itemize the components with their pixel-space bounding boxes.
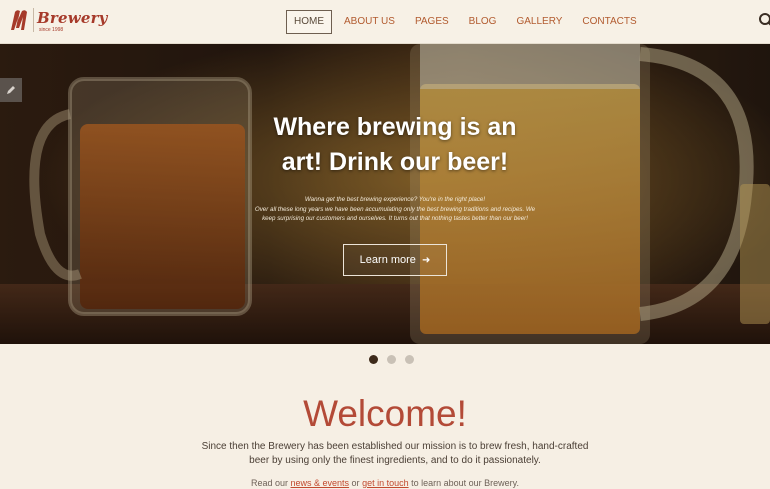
readon-mid: or xyxy=(349,478,363,488)
slider-pagination xyxy=(369,355,414,364)
learn-more-label: Learn more xyxy=(359,254,416,266)
logo-divider xyxy=(33,8,34,32)
read-on-line: Read our news & events or get in touch t… xyxy=(0,478,770,488)
arrow-right-icon: ➜ xyxy=(421,254,431,266)
hero-text-line1: Wanna get the best brewing experience? Y… xyxy=(304,196,486,203)
site-header: Brewery since 1998 HOME ABOUT US PAGES B… xyxy=(0,0,770,44)
edit-tab[interactable] xyxy=(0,78,22,102)
hero-title: Where brewing is an art! Drink our beer! xyxy=(195,110,595,180)
nav-item-gallery[interactable]: GALLERY xyxy=(508,10,570,34)
get-in-touch-link[interactable]: get in touch xyxy=(362,478,409,488)
welcome-text: Since then the Brewery has been establis… xyxy=(195,440,595,468)
nav-item-about-us[interactable]: ABOUT US xyxy=(336,10,403,34)
hero-title-line2: art! Drink our beer! xyxy=(281,148,509,176)
readon-prefix: Read our xyxy=(250,478,291,488)
slider-dot-3[interactable] xyxy=(405,355,414,364)
brand-since: since 1998 xyxy=(39,27,64,33)
hero-title-line1: Where brewing is an xyxy=(273,113,517,141)
nav-item-blog[interactable]: BLOG xyxy=(461,10,505,34)
welcome-text-line1: Since then the Brewery has been establis… xyxy=(201,441,589,452)
hero-background-image xyxy=(0,44,770,344)
readon-suffix: to learn about our Brewery. xyxy=(408,478,519,488)
pencil-icon xyxy=(7,86,15,94)
nav-item-pages[interactable]: PAGES xyxy=(407,10,457,34)
hero-slider: Where brewing is an art! Drink our beer!… xyxy=(0,44,770,344)
logo[interactable]: Brewery since 1998 xyxy=(8,8,108,36)
slider-dot-1[interactable] xyxy=(369,355,378,364)
hero-text-line2: Over all these long years we have been a… xyxy=(254,205,536,213)
learn-more-button[interactable]: Learn more ➜ xyxy=(343,244,447,276)
hero-text-line3: keep surprising our customers and oursel… xyxy=(262,215,528,222)
news-events-link[interactable]: news & events xyxy=(291,478,350,488)
welcome-text-line2: beer by using only the finest ingredient… xyxy=(249,455,541,466)
nav-item-home[interactable]: HOME xyxy=(286,10,332,34)
welcome-title: Welcome! xyxy=(303,393,467,434)
nav-item-contacts[interactable]: CONTACTS xyxy=(574,10,644,34)
main-nav: HOME ABOUT US PAGES BLOG GALLERY CONTACT… xyxy=(286,10,649,34)
slider-dot-2[interactable] xyxy=(387,355,396,364)
hop-logo-icon xyxy=(11,10,27,30)
logo-text: Brewery since 1998 xyxy=(37,8,108,33)
search-icon[interactable] xyxy=(758,12,770,28)
brand-name: Brewery xyxy=(37,9,108,27)
hero-description: Wanna get the best brewing experience? Y… xyxy=(240,195,550,224)
